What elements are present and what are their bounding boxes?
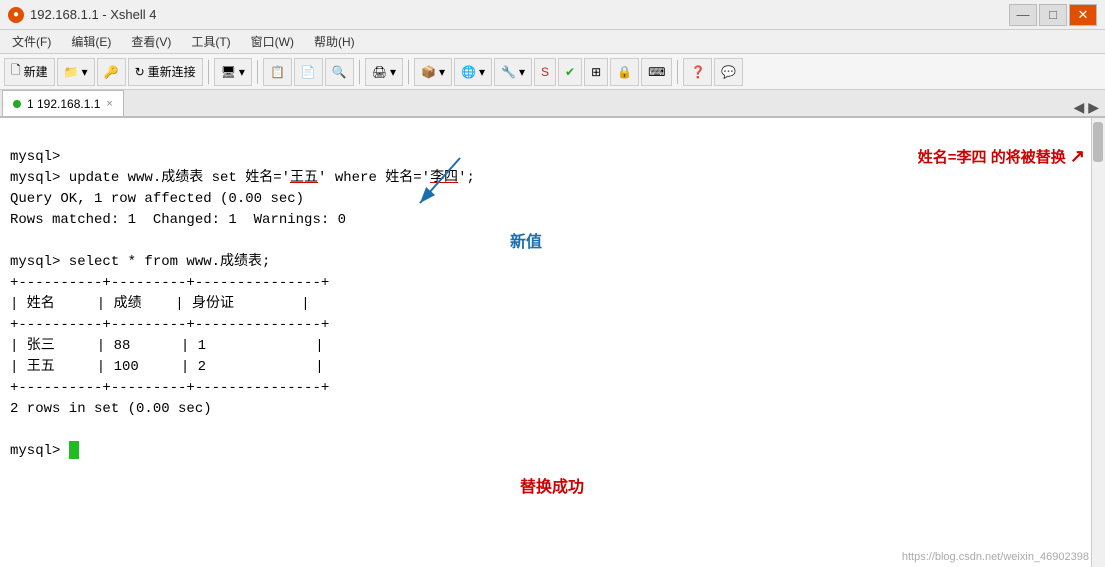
terminal-area[interactable]: mysql> mysql> update www.成绩表 set 姓名='王五'… <box>0 118 1105 567</box>
reconnect-label: 重新连接 <box>148 63 196 80</box>
query-ok-line: Query OK, 1 row affected (0.00 sec) <box>10 191 304 207</box>
transfer-button[interactable]: 📦▾ <box>414 58 452 86</box>
window-title: 192.168.1.1 - Xshell 4 <box>30 7 156 22</box>
prompt-line1: mysql> <box>10 149 60 165</box>
session-tab[interactable]: 1 192.168.1.1 × <box>2 90 124 116</box>
scrollbar-thumb[interactable] <box>1093 122 1103 162</box>
paste-button[interactable]: 📄 <box>294 58 323 86</box>
terminal-scrollbar[interactable] <box>1091 118 1105 567</box>
properties-icon: 🔑 <box>104 65 119 79</box>
maximize-button[interactable]: □ <box>1039 4 1067 26</box>
table-row1: | 张三 | 88 | 1 | <box>10 338 324 354</box>
folder-button[interactable]: 📁▾ <box>57 58 95 86</box>
toolbar: 🗋 新建 📁▾ 🔑 ↻ 重新连接 🖥▾ 📋 📄 🔍 🖨▾ 📦▾ 🌐▾ 🔧▾ S <box>0 54 1105 90</box>
rows-matched-line: Rows matched: 1 Changed: 1 Warnings: 0 <box>10 212 346 228</box>
table-border3: +----------+---------+---------------+ <box>10 380 329 396</box>
keyboard-icon: ⌨ <box>648 65 665 79</box>
app-icon: ● <box>8 7 24 23</box>
titlebar-left: ● 192.168.1.1 - Xshell 4 <box>8 7 156 23</box>
check-button[interactable]: ✔ <box>558 58 582 86</box>
samba-icon: S <box>541 65 549 79</box>
globe-icon: 🌐 <box>461 65 476 79</box>
paste-icon: 📄 <box>301 65 316 79</box>
tab-status-dot <box>13 100 21 108</box>
toolbar-separator <box>208 60 209 84</box>
session-icon: 🖥 <box>221 65 236 79</box>
prompt-final: mysql> <box>10 443 79 459</box>
new-button[interactable]: 🗋 新建 <box>4 58 55 86</box>
app2-icon: 🔧 <box>501 65 516 79</box>
menu-tools[interactable]: 工具(T) <box>183 31 238 52</box>
watermark: https://blog.csdn.net/weixin_46902398 <box>902 551 1089 563</box>
menu-file[interactable]: 文件(F) <box>4 31 59 52</box>
globe-button[interactable]: 🌐▾ <box>454 58 492 86</box>
app2-button[interactable]: 🔧▾ <box>494 58 532 86</box>
minimize-button[interactable]: — <box>1009 4 1037 26</box>
close-button[interactable]: ✕ <box>1069 4 1097 26</box>
table-border1: +----------+---------+---------------+ <box>10 275 329 291</box>
menu-edit[interactable]: 编辑(E) <box>63 31 119 52</box>
chat-icon: 💬 <box>721 65 736 79</box>
properties-button[interactable]: 🔑 <box>97 58 126 86</box>
search-icon: 🔍 <box>332 65 347 79</box>
toolbar-separator-2 <box>257 60 258 84</box>
rows-in-set: 2 rows in set (0.00 sec) <box>10 401 212 417</box>
tab-scroll-arrows[interactable]: ◀ ▶ <box>1069 99 1103 116</box>
tab-scroll-left-icon[interactable]: ◀ <box>1073 99 1084 116</box>
new-icon: 🗋 <box>11 61 21 82</box>
check-icon: ✔ <box>565 65 575 79</box>
tab-scroll-right-icon[interactable]: ▶ <box>1088 99 1099 116</box>
menu-window[interactable]: 窗口(W) <box>243 31 302 52</box>
help-button[interactable]: ❓ <box>683 58 712 86</box>
search-button[interactable]: 🔍 <box>325 58 354 86</box>
session-button[interactable]: 🖥▾ <box>214 58 252 86</box>
terminal-cursor <box>69 441 79 459</box>
grid-button[interactable]: ⊞ <box>584 58 608 86</box>
menubar: 文件(F) 编辑(E) 查看(V) 工具(T) 窗口(W) 帮助(H) <box>0 30 1105 54</box>
lock-icon: 🔒 <box>617 65 632 79</box>
tab-close-button[interactable]: × <box>106 98 112 110</box>
reconnect-button[interactable]: ↻ 重新连接 <box>128 58 203 86</box>
chat-button[interactable]: 💬 <box>714 58 743 86</box>
samba-button[interactable]: S <box>534 58 556 86</box>
new-label: 新建 <box>24 63 48 80</box>
print-button[interactable]: 🖨▾ <box>365 58 403 86</box>
menu-view[interactable]: 查看(V) <box>123 31 179 52</box>
toolbar-separator-3 <box>359 60 360 84</box>
titlebar: ● 192.168.1.1 - Xshell 4 — □ ✕ <box>0 0 1105 30</box>
window-controls[interactable]: — □ ✕ <box>1009 4 1097 26</box>
table-row2: | 王五 | 100 | 2 | <box>10 359 324 375</box>
terminal-content: mysql> mysql> update www.成绩表 set 姓名='王五'… <box>10 126 1095 462</box>
folder-icon: 📁 <box>64 65 79 79</box>
toolbar-separator-5 <box>677 60 678 84</box>
copy-button[interactable]: 📋 <box>263 58 292 86</box>
menu-help[interactable]: 帮助(H) <box>306 31 363 52</box>
keyboard-button[interactable]: ⌨ <box>641 58 672 86</box>
tab-label: 1 192.168.1.1 <box>27 97 100 111</box>
table-border2: +----------+---------+---------------+ <box>10 317 329 333</box>
annotation-success: 替换成功 <box>520 473 584 497</box>
table-header: | 姓名 | 成绩 | 身份证 | <box>10 296 310 312</box>
tabbar: 1 192.168.1.1 × ◀ ▶ <box>0 90 1105 118</box>
prompt-line2: mysql> update www.成绩表 set 姓名='王五' where … <box>10 170 475 186</box>
copy-icon: 📋 <box>270 65 285 79</box>
grid-icon: ⊞ <box>591 65 601 79</box>
select-line: mysql> select * from www.成绩表; <box>10 254 270 270</box>
help-icon: ❓ <box>690 65 705 79</box>
toolbar-separator-4 <box>408 60 409 84</box>
reconnect-icon: ↻ <box>135 65 145 79</box>
print-icon: 🖨 <box>372 65 387 79</box>
lock-button[interactable]: 🔒 <box>610 58 639 86</box>
transfer-icon: 📦 <box>421 65 436 79</box>
